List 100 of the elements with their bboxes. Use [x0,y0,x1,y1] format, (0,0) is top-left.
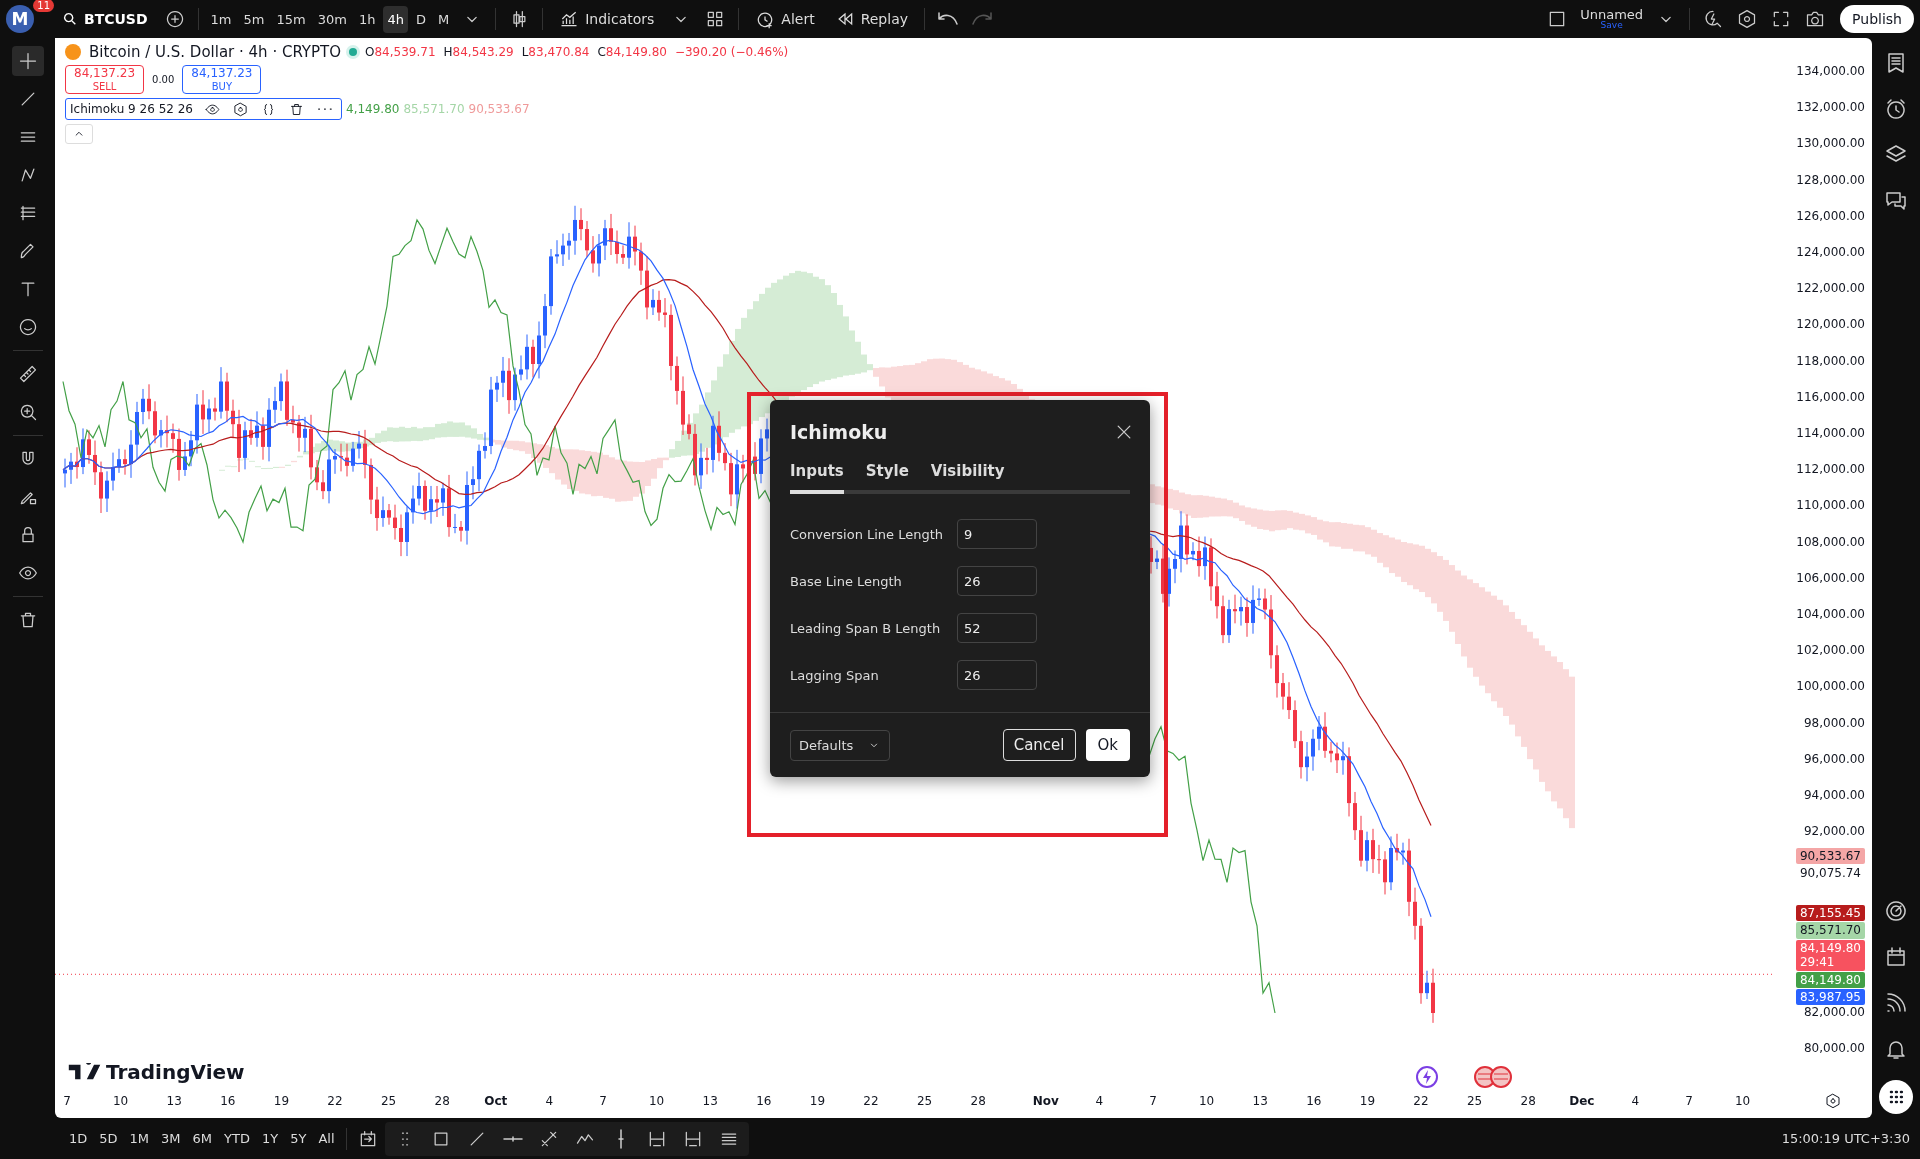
time-tick: 16 [1306,1094,1322,1108]
indicator-value: 90,533.67 [468,102,530,117]
time-tick: 7 [599,1094,607,1108]
time-tick: 19 [1359,1094,1376,1108]
cancel-button[interactable]: Cancel [1002,729,1076,761]
price-tick: 104,000.00 [1796,607,1865,621]
symbol-search[interactable]: BTCUSD [54,7,156,31]
price-tick: 108,000.00 [1796,534,1865,549]
save-link[interactable]: Save [1600,21,1623,30]
price-tick: 94,000.00 [1803,788,1865,802]
range-button[interactable]: 5D [94,1127,123,1150]
flag-events-icon [1473,1065,1513,1089]
calendar-icon [1884,945,1908,969]
dialog-tab[interactable]: Inputs [790,456,844,494]
price-tag: 85,571.70 [1795,922,1865,939]
interval-button[interactable]: D [411,5,430,33]
emoji-icon [17,317,38,337]
price-tick: 96,000.00 [1803,751,1865,766]
time-tick: 25 [916,1094,933,1108]
publish-button[interactable]: Publish [1840,5,1914,33]
signal-icon [1884,991,1908,1015]
buy-button[interactable]: 84,137.23 BUY [182,65,262,95]
sell-button[interactable]: 84,137.23 SELL [65,65,145,95]
apps-button[interactable] [1879,1080,1913,1114]
ok-button[interactable]: Ok [1085,729,1130,761]
time-tick: 28 [970,1094,986,1108]
ohlc-value: L83,470.84 [521,45,590,59]
time-tick: 16 [220,1094,236,1108]
time-tick: 7 [1685,1094,1693,1108]
time-tick: 4 [1095,1094,1104,1108]
indicator-name: Ichimoku 9 26 52 26 [70,102,193,117]
time-tick: 28 [1520,1094,1536,1108]
field-label: Leading Span B Length [790,620,942,636]
time-tick: 10 [1198,1094,1215,1108]
time-tick: 25 [380,1094,397,1108]
interval-button[interactable]: 4h [383,5,408,33]
price-tag: 87,155.45 [1795,905,1865,922]
dialog-tab[interactable]: Style [865,456,909,494]
indicator-settings-icon [232,101,248,117]
price-tick: 112,000.00 [1796,462,1865,477]
bar-chart-icon [559,9,580,29]
alert-button[interactable]: Alert [747,5,823,33]
settings-icon [1737,9,1758,29]
add-symbol-icon [164,9,185,29]
price-tick: 118,000.00 [1796,353,1865,368]
price-tag: 84,149.80 [1795,971,1865,988]
time-tick: 13 [166,1094,182,1108]
time-tick: 28 [434,1094,450,1108]
range-button[interactable]: 1M [124,1127,155,1150]
price-tick: 106,000.00 [1796,570,1865,585]
time-tick: Dec [1569,1094,1595,1108]
remove-icon [288,101,304,117]
user-avatar[interactable]: M [6,5,34,33]
replay-button[interactable]: Replay [826,5,916,33]
crosshair-button[interactable] [11,46,44,76]
time-tick: 13 [1252,1094,1268,1108]
input-field[interactable]: 26 [957,566,1037,596]
price-tick: 130,000.00 [1796,136,1865,151]
notification-badge: 11 [33,0,54,12]
dialog-tab[interactable]: Visibility [930,456,1005,494]
axis-settings-icon [1825,1093,1841,1109]
range-button[interactable]: All [313,1127,340,1150]
price-tick: 82,000.00 [1803,1005,1865,1020]
range-button[interactable]: 5Y [285,1127,312,1150]
price-change: −390.20 (−0.46%) [674,45,789,59]
range-button[interactable]: 3M [156,1127,186,1150]
time-tick: 22 [1413,1094,1429,1108]
ohlc-value: H84,543.29 [443,45,514,59]
price-tick: 116,000.00 [1796,389,1865,404]
indicator-legend[interactable]: Ichimoku 9 26 52 26 [65,98,342,121]
target-icon [1884,899,1908,923]
interval-button[interactable]: 1h [354,5,380,33]
layout-name[interactable]: Unnamed [1580,8,1644,21]
input-field[interactable]: 52 [957,613,1037,643]
horizontal-line-icon [502,1135,523,1142]
range-button[interactable]: YTD [219,1127,255,1150]
interval-button[interactable]: 5m [239,5,269,33]
interval-button[interactable]: 30m [313,5,351,33]
range-button[interactable]: 6M [187,1127,218,1150]
time-tick: Nov [1032,1094,1059,1108]
time-tick: 13 [702,1094,718,1108]
input-field[interactable]: 26 [957,660,1037,690]
field-label: Conversion Line Length [790,526,945,542]
input-field[interactable]: 9 [957,519,1037,549]
indicators-button[interactable]: Indicators [551,5,663,33]
time-tick: 7 [1149,1094,1157,1108]
interval-button[interactable]: 15m [272,5,310,33]
chat-icon [1884,189,1908,213]
crosshair-icon [17,51,38,71]
defaults-dropdown[interactable]: Defaults [790,729,891,761]
price-tick: 132,000.00 [1796,100,1865,115]
snapshot-icon [1805,9,1826,29]
time-tick: 22 [327,1094,343,1108]
price-tick: 100,000.00 [1796,679,1865,694]
interval-button[interactable]: 1m [206,5,236,33]
interval-button[interactable]: M [433,5,454,33]
time-tick: 10 [1734,1094,1751,1108]
time-tick: Oct [484,1094,508,1108]
range-button[interactable]: 1D [64,1127,93,1150]
range-button[interactable]: 1Y [256,1127,284,1150]
